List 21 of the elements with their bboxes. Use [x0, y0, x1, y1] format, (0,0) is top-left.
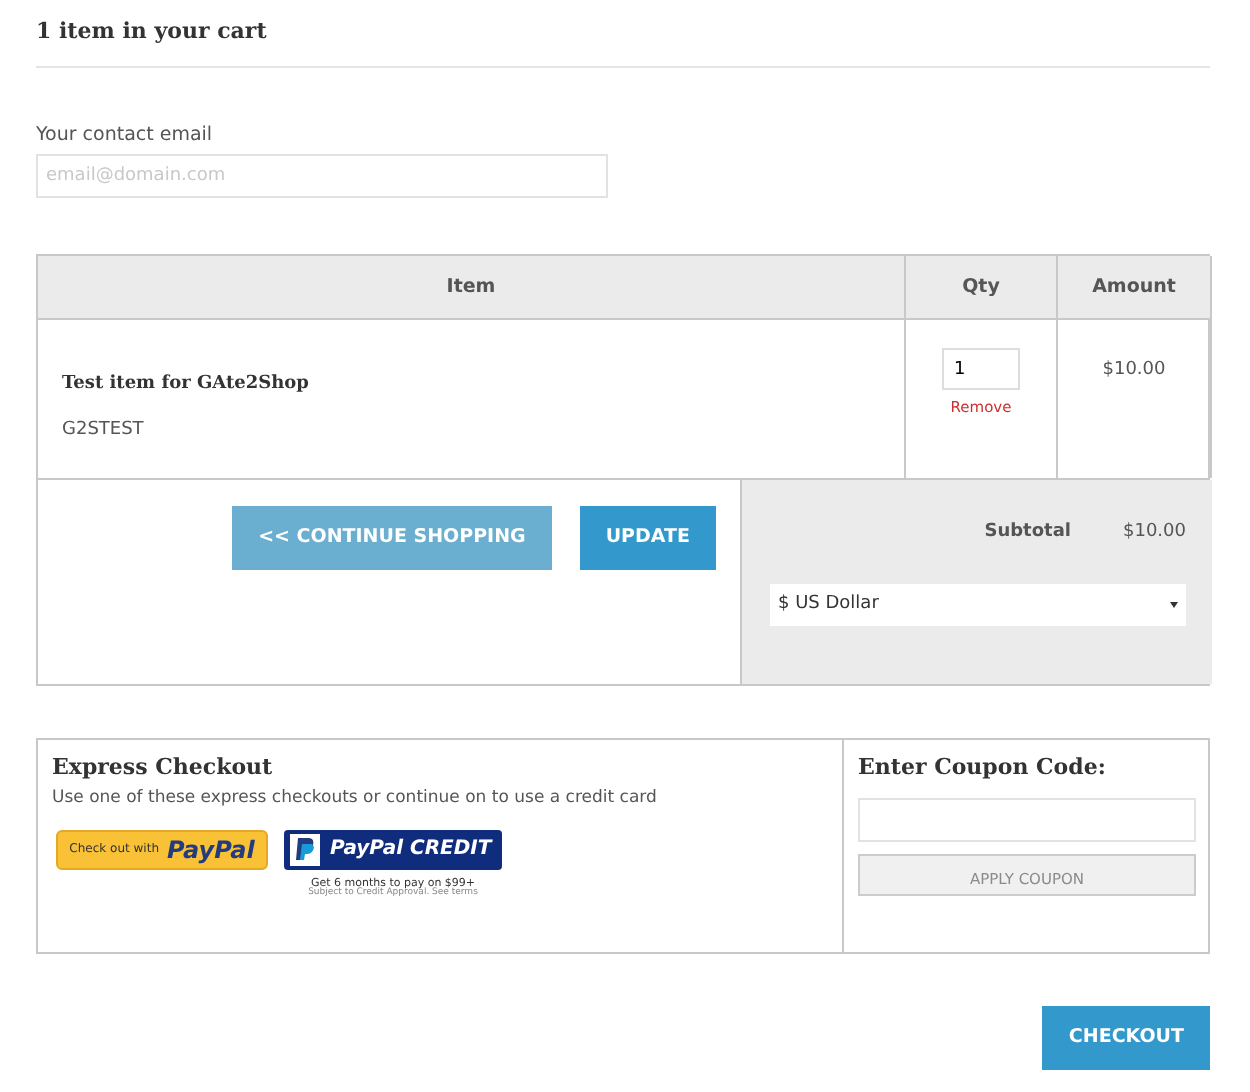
- cart-heading: 1 item in your cart: [36, 18, 267, 44]
- column-header: Qty: [962, 273, 1000, 302]
- paypal-credit-button[interactable]: PayPal CREDIT: [284, 829, 502, 869]
- coupon-title: Enter Coupon Code:: [858, 754, 1106, 781]
- checkout-button[interactable]: CHECKOUT: [1042, 1006, 1210, 1071]
- subtotal-value: $10.00: [1123, 520, 1186, 547]
- express-checkout-title: Express Checkout: [52, 754, 273, 781]
- coupon-field[interactable]: [858, 797, 1196, 842]
- currency-select[interactable]: $ US Dollar: [770, 583, 1186, 626]
- subtotal-label: Subtotal: [984, 520, 1071, 547]
- column-header: Amount: [1092, 273, 1176, 302]
- quantity-field[interactable]: 1: [942, 348, 1020, 391]
- item-name: Test item for GAte2Shop: [62, 374, 309, 395]
- paypal-logo-icon: [290, 833, 320, 865]
- update-button[interactable]: UPDATE: [579, 506, 716, 571]
- column-header: Item: [446, 273, 496, 302]
- item-amount: $10.00: [1102, 360, 1166, 381]
- dropdown-caret-icon: [1170, 601, 1178, 608]
- item-sku: G2STEST: [62, 419, 144, 440]
- express-checkout-text: Use one of these express checkouts or continue on to use a credit card: [52, 787, 657, 808]
- email-label: Your contact email: [36, 124, 213, 146]
